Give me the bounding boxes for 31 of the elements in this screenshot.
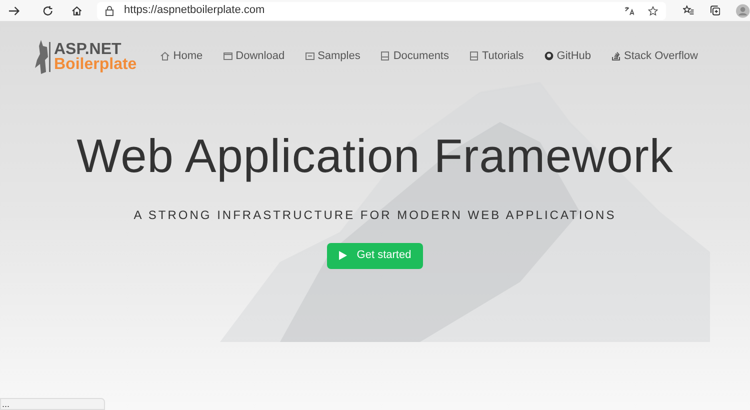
document-icon: [380, 51, 390, 62]
home-icon[interactable]: [71, 4, 84, 16]
card-icon: [304, 51, 315, 62]
back-icon[interactable]: [8, 4, 20, 16]
nav-link[interactable]: Stack Overflow: [611, 48, 698, 64]
stack-icon: [611, 51, 622, 62]
status-text: ...: [2, 400, 10, 408]
nav-link[interactable]: Home: [160, 48, 203, 64]
refresh-icon[interactable]: [42, 4, 54, 16]
nav-link[interactable]: GitHub: [544, 48, 592, 64]
hero-title: Web Application Framework: [76, 128, 674, 184]
github-icon: [544, 51, 554, 62]
logo-text: Boilerplate: [54, 57, 137, 72]
star-icon[interactable]: [648, 6, 658, 16]
translate-icon[interactable]: [624, 6, 634, 16]
nav-link[interactable]: Documents: [380, 48, 449, 64]
folder-icon: [222, 51, 233, 62]
play-icon: [338, 251, 347, 260]
profile-avatar-icon[interactable]: [736, 4, 750, 18]
address-bar[interactable]: https://aspnetboilerplate.com: [97, 2, 666, 20]
nav-link[interactable]: Download: [222, 48, 285, 64]
nav-link[interactable]: Samples: [304, 48, 360, 64]
lock-icon: [105, 6, 114, 16]
logo-text: ASP.NET: [54, 42, 122, 57]
document-icon: [469, 51, 479, 62]
home-icon: [160, 51, 170, 62]
collections-icon[interactable]: [710, 5, 720, 16]
nav-link[interactable]: Tutorials: [469, 48, 524, 64]
url-text: https://aspnetboilerplate.com: [124, 3, 265, 18]
favorites-icon[interactable]: [682, 5, 694, 16]
hero-subtitle: A STRONG INFRASTRUCTURE FOR MODERN WEB APPLICATIONS: [134, 206, 616, 224]
